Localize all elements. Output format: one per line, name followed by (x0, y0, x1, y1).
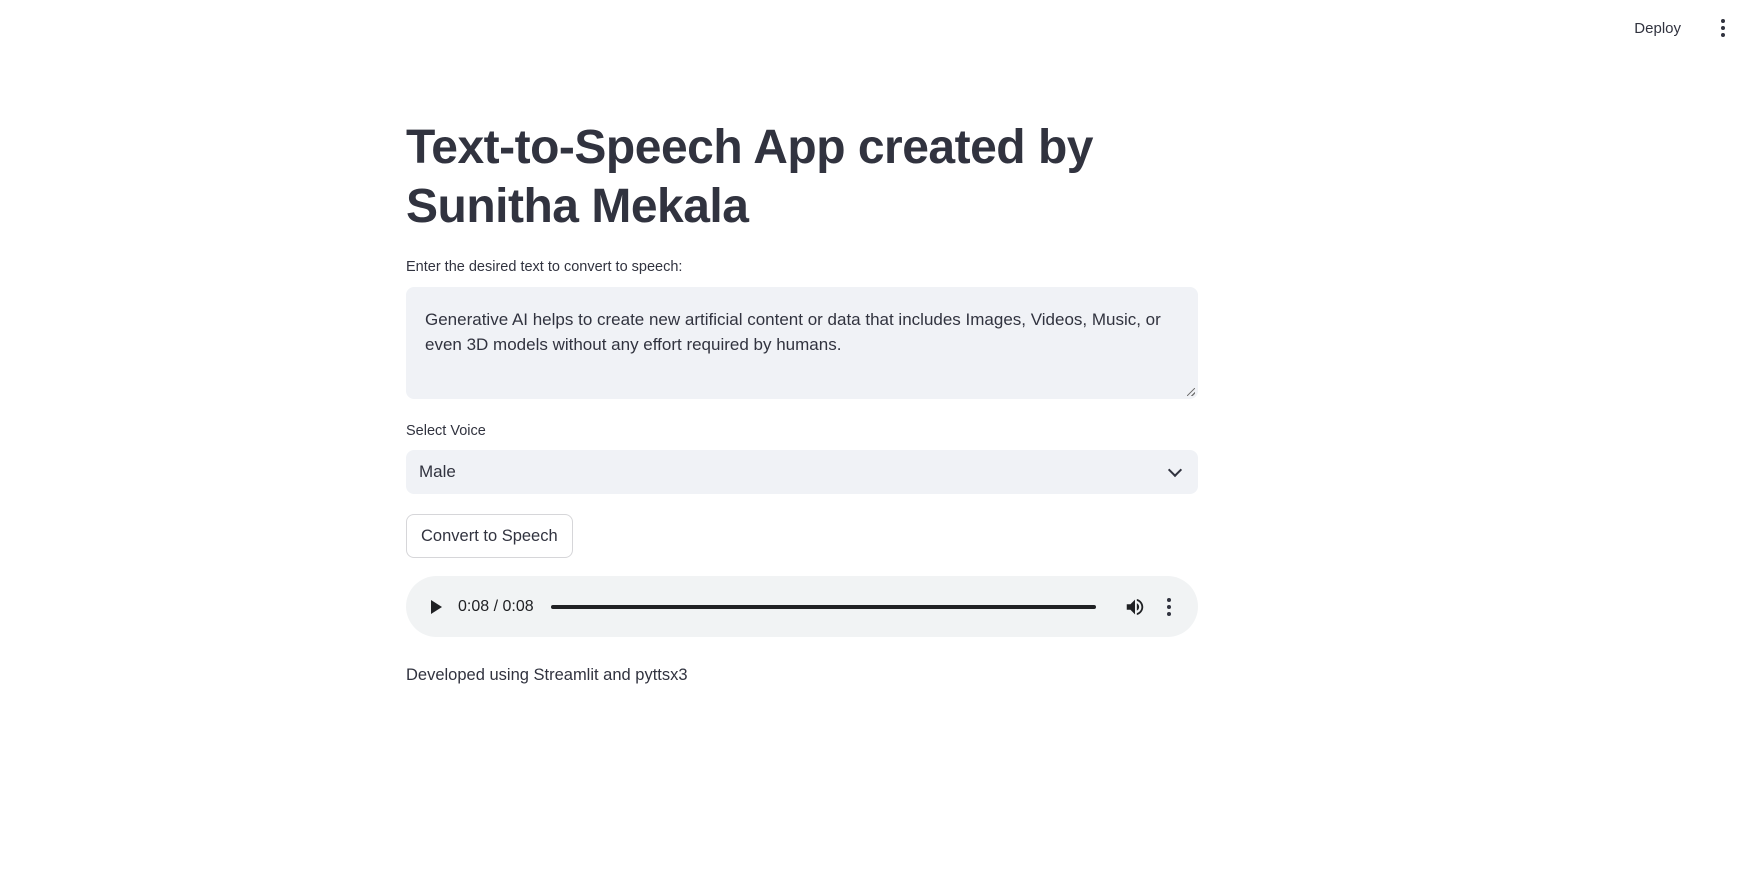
chevron-down-icon (1167, 462, 1183, 477)
text-input-area[interactable]: Generative AI helps to create new artifi… (406, 287, 1198, 399)
page-title: Text-to-Speech App created by Sunitha Me… (406, 121, 1093, 233)
audio-progress-bar[interactable] (550, 604, 1096, 609)
play-icon[interactable] (416, 589, 452, 625)
volume-icon[interactable] (1123, 595, 1147, 619)
audio-options-icon[interactable] (1161, 595, 1177, 619)
voice-select[interactable]: Male (406, 450, 1198, 494)
text-input-value: Generative AI helps to create new artifi… (425, 310, 1161, 354)
voice-select-label: Select Voice (406, 423, 486, 439)
text-input-label: Enter the desired text to convert to spe… (406, 259, 683, 275)
audio-player: 0:08 / 0:08 (406, 576, 1198, 637)
audio-time: 0:08 / 0:08 (458, 597, 534, 615)
voice-select-value: Male (419, 462, 456, 481)
convert-to-speech-button[interactable]: Convert to Speech (406, 514, 573, 558)
main-menu-icon[interactable] (1715, 17, 1731, 39)
resize-handle-icon[interactable] (1187, 388, 1195, 396)
deploy-button[interactable]: Deploy (1628, 16, 1687, 41)
top-toolbar: Deploy (0, 0, 1757, 56)
footer-text: Developed using Streamlit and pyttsx3 (406, 666, 688, 684)
